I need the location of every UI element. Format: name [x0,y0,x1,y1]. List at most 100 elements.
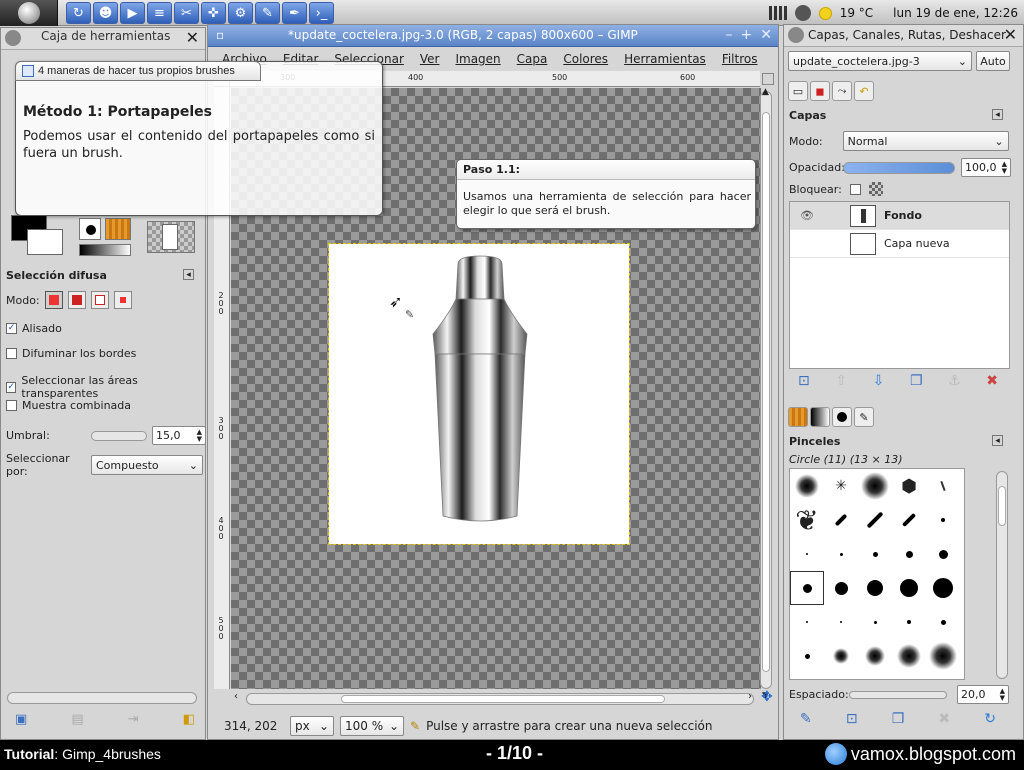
add-mode-button[interactable] [67,291,86,309]
volume-icon[interactable] [794,5,811,21]
brush-preview[interactable] [858,469,892,503]
brush-preview[interactable] [824,537,858,571]
menu-item-capa[interactable]: Capa [517,52,548,66]
main-menu-button[interactable] [0,0,58,26]
horizontal-scroll-thumb[interactable] [341,695,665,703]
unit-dropdown[interactable]: px ⌄ [290,716,334,736]
tool-options-menu-icon[interactable]: ◂ [183,269,194,280]
scroll-right-icon[interactable]: › [748,691,752,702]
brush-preview[interactable] [790,537,824,571]
select-by-dropdown[interactable]: Compuesto ⌄ [91,455,203,475]
brush-preview[interactable] [926,639,960,673]
scroll-left-icon[interactable]: ‹ [234,691,238,702]
pen-launcher-icon[interactable]: ✒ [282,2,307,24]
brush-preview[interactable] [926,537,960,571]
brush-preview[interactable]: ❦ [790,503,824,537]
brush-preview[interactable] [858,605,892,639]
select-transparent-checkbox[interactable]: ✓ [6,381,17,393]
eye-visibility-icon[interactable]: 👁 [800,209,814,222]
active-brush-indicator[interactable] [79,218,101,240]
select-transparent-row[interactable]: ✓ Seleccionar las áreas transparentes [6,374,205,400]
window-menu-icon[interactable]: ▫ [216,28,224,42]
spacing-slider[interactable] [849,690,947,699]
brush-preview[interactable] [790,469,824,503]
duplicate-layer-icon[interactable]: ❐ [910,373,923,389]
brush-preview[interactable] [824,503,858,537]
close-icon[interactable]: ✕ [760,27,772,43]
brush-preview[interactable] [790,639,824,673]
duplicate-brush-icon[interactable]: ❐ [892,711,905,727]
brush-preview[interactable] [892,537,926,571]
lower-layer-icon[interactable]: ⇩ [873,373,885,389]
brush-preview[interactable] [926,469,960,503]
brushes-grid[interactable]: ✳ ⬢ ❦ [789,468,965,680]
raise-layer-icon[interactable]: ⇧ [835,373,847,389]
fg-bg-colors[interactable] [11,215,71,259]
dock-titlebar[interactable]: Capas, Canales, Rutas, Deshacer ✕ [784,25,1023,47]
refresh-brushes-icon[interactable]: ↻ [984,711,996,727]
layers-menu-icon[interactable]: ◂ [992,109,1003,120]
replace-mode-button[interactable] [44,291,63,309]
navigate-icon[interactable]: ✥ [761,689,773,705]
layers-list[interactable]: 👁 Fondo Capa nueva [789,201,1010,369]
antialias-checkbox[interactable]: ✓ [6,323,17,334]
brush-preview[interactable] [858,571,892,605]
terminal-launcher-icon[interactable]: ≡ [147,2,172,24]
image-layer[interactable]: ➶ ✎ [328,243,630,545]
gradients-tab-icon[interactable] [810,407,830,427]
menu-item-imagen[interactable]: Imagen [455,52,500,66]
vertical-scrollbar[interactable] [760,91,772,689]
menu-item-herramientas[interactable]: Herramientas [624,52,706,66]
vertical-scroll-thumb[interactable] [762,112,770,672]
brush-preview[interactable] [790,605,824,639]
tutorial-tab[interactable]: 4 maneras de hacer tus propios brushes [15,61,261,81]
close-icon[interactable]: ✕ [186,28,199,47]
spin-arrows-icon[interactable]: ▲ ▼ [1000,687,1005,702]
clock[interactable]: lun 19 de ene, 12:26 [893,6,1018,20]
anchor-layer-icon[interactable]: ⚓ [948,373,961,389]
feather-checkbox[interactable] [6,348,17,359]
settings-launcher-icon[interactable]: ⚙ [228,2,253,24]
toolbox-horizontal-scrollbar[interactable] [7,692,197,704]
threshold-spinbox[interactable]: 15,0 ▲ ▼ [152,426,206,445]
weather-sun-icon[interactable] [818,6,832,20]
menu-item-colores[interactable]: Colores [563,52,608,66]
reset-options-icon[interactable]: ◧ [183,712,195,727]
layer-mode-dropdown[interactable]: Normal ⌄ [842,131,1009,151]
menu-item-ver[interactable]: Ver [420,52,440,66]
spacing-value[interactable]: 20,0 [961,688,986,701]
brushes-scroll-thumb[interactable] [998,486,1006,526]
brush-preview[interactable] [926,503,960,537]
minimize-icon[interactable]: – [726,27,733,43]
channels-tab-icon[interactable]: ◼ [810,81,830,101]
brush-preview[interactable]: ⬢ [892,469,926,503]
brush-preview[interactable] [824,605,858,639]
patterns-tab-icon[interactable] [788,407,808,427]
edit-brush-icon[interactable]: ✎ [800,711,812,727]
console-launcher-icon[interactable]: ›_ [309,2,334,24]
close-icon[interactable]: ✕ [1004,25,1017,44]
horizontal-scrollbar[interactable] [246,693,754,705]
spacing-spinbox[interactable]: 20,0 ▲ ▼ [957,685,1009,704]
restore-options-icon[interactable]: ▤ [71,712,83,727]
opacity-spinbox[interactable]: 100,0 ▲ ▼ [961,158,1011,177]
paths-tab-icon[interactable]: ⤳ [832,81,852,101]
spin-arrows-icon[interactable]: ▲ ▼ [1002,160,1007,175]
site-url[interactable]: vamox.blogspot.com [851,744,1016,765]
delete-layer-icon[interactable]: ✖ [986,373,998,389]
brushes-menu-icon[interactable]: ◂ [992,435,1003,446]
maximize-icon[interactable]: + [741,27,753,43]
threshold-value[interactable]: 15,0 [156,429,181,442]
background-color-swatch[interactable] [27,229,63,255]
brushes-scrollbar[interactable] [996,471,1008,679]
threshold-slider[interactable] [91,430,147,441]
refresh-launcher-icon[interactable]: ↻ [66,2,91,24]
brush-preview[interactable] [892,571,926,605]
antialias-row[interactable]: ✓ Alisado [6,322,62,335]
new-brush-icon[interactable]: ⊡ [846,711,858,727]
brush-preview[interactable] [858,639,892,673]
network-signal-icon[interactable] [768,6,787,20]
undo-tab-icon[interactable]: ↶ [854,81,874,101]
brush-preview[interactable] [858,537,892,571]
brush-preview[interactable] [824,639,858,673]
